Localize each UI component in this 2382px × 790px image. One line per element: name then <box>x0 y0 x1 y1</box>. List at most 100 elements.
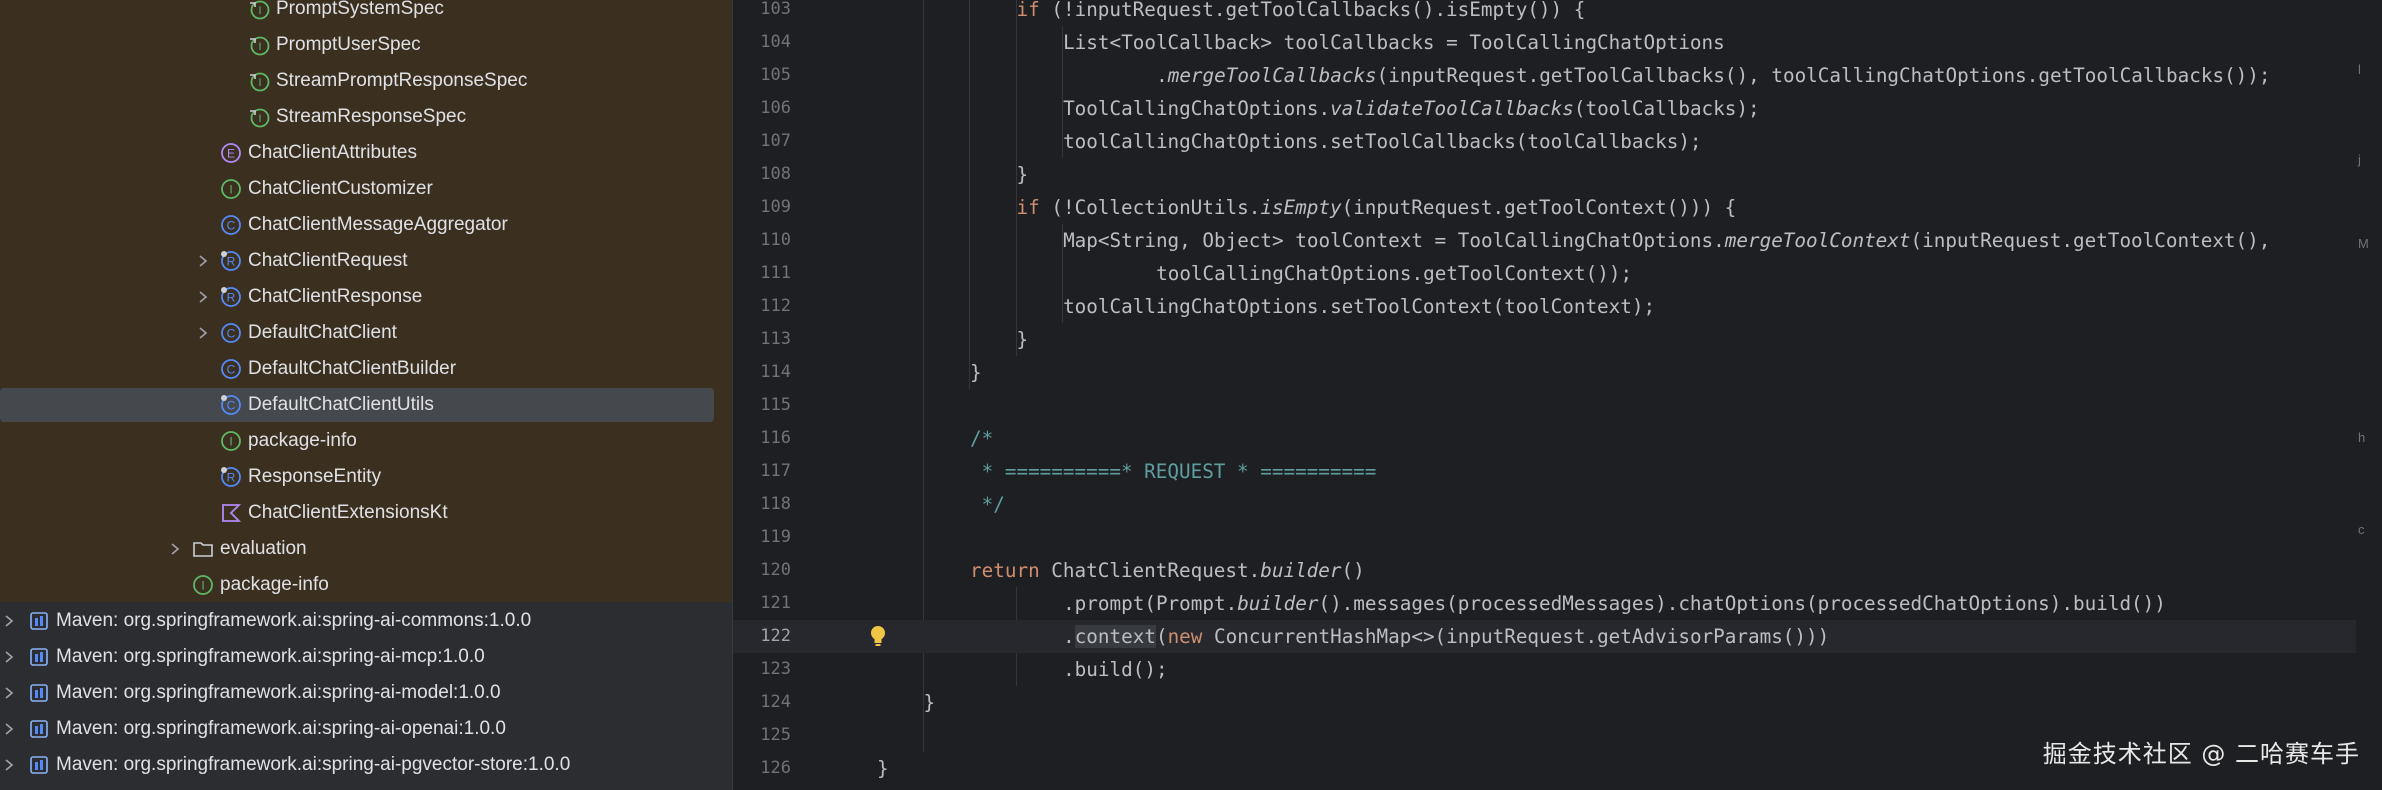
tree-item[interactable]: C ChatClientMessageAggregator <box>0 207 732 243</box>
code-token: ConcurrentHashMap<>(inputRequest.getAdvi… <box>1202 625 1830 648</box>
library-item[interactable]: Maven: org.springframework.ai:spring-ai-… <box>0 675 732 711</box>
tool-strip-glyph[interactable]: M <box>2358 236 2378 251</box>
chevron-right-icon[interactable] <box>168 542 182 556</box>
tree-item-label: ChatClientResponse <box>248 286 423 307</box>
tool-strip-glyph[interactable]: h <box>2358 430 2378 445</box>
record-icon: R <box>220 250 242 272</box>
code-token: ().messages(processedMessages).chatOptio… <box>1318 592 2166 615</box>
code-text: toolCallingChatOptions.getToolContext())… <box>1156 257 1632 290</box>
code-token: toolCallingChatOptions.getToolContext())… <box>1156 262 1633 285</box>
code-line[interactable]: 119 <box>733 521 2382 554</box>
interface-icon: I <box>220 430 242 452</box>
code-line[interactable]: 118 */ <box>733 488 2382 521</box>
code-token: isEmpty <box>1260 196 1342 219</box>
chevron-right-icon[interactable] <box>196 254 210 268</box>
code-line[interactable]: 110 Map<String, Object> toolContext = Too… <box>733 224 2382 257</box>
library-item[interactable]: Maven: org.springframework.ai:spring-ai-… <box>0 711 732 747</box>
tree-item-label: package-info <box>248 430 357 451</box>
tree-item[interactable]: I PromptSystemSpec <box>0 0 732 27</box>
chevron-right-icon[interactable] <box>2 722 16 736</box>
tree-item[interactable]: C DefaultChatClientBuilder <box>0 351 732 387</box>
library-item[interactable]: Maven: org.springframework.ai:spring-ai-… <box>0 639 732 675</box>
code-editor[interactable]: 103 if (!inputRequest.getToolCallbacks().… <box>733 0 2382 790</box>
tree-item[interactable]: ChatClientExtensionsKt <box>0 495 732 531</box>
class-icon: C <box>220 322 242 344</box>
code-token: } <box>1016 328 1029 351</box>
tree-item[interactable]: I StreamResponseSpec <box>0 99 732 135</box>
svg-text:C: C <box>227 363 236 377</box>
code-line[interactable]: 123 .build(); <box>733 653 2382 686</box>
chevron-right-icon[interactable] <box>2 686 16 700</box>
code-token: REQUEST <box>1144 460 1226 483</box>
code-line[interactable]: 106 ToolCallingChatOptions.validateToolCa… <box>733 92 2382 125</box>
tree-item[interactable]: Ipackage-info <box>0 423 732 459</box>
code-line[interactable]: 112 toolCallingChatOptions.setToolContext… <box>733 290 2382 323</box>
code-line[interactable]: 114} <box>733 356 2382 389</box>
code-line[interactable]: 120 return ChatClientRequest.builder() <box>733 554 2382 587</box>
tree-item[interactable]: E ChatClientAttributes <box>0 135 732 171</box>
code-line[interactable]: 104 List<ToolCallback> toolCallbacks = To… <box>733 26 2382 59</box>
code-line[interactable]: 122 .context(new ConcurrentHashMap<>(inpu… <box>733 620 2382 653</box>
tree-item[interactable]: I PromptUserSpec <box>0 27 732 63</box>
chevron-right-icon[interactable] <box>2 614 16 628</box>
tree-item[interactable]: R ChatClientRequest <box>0 243 732 279</box>
code-line[interactable]: 111 toolCallingChatOptions.getToolContext… <box>733 257 2382 290</box>
chevron-right-icon[interactable] <box>196 290 210 304</box>
library-icon <box>28 610 50 632</box>
line-number: 103 <box>760 0 791 19</box>
code-line[interactable]: 107 toolCallingChatOptions.setToolCallbac… <box>733 125 2382 158</box>
chevron-right-icon[interactable] <box>2 650 16 664</box>
lightbulb-icon[interactable] <box>867 624 889 650</box>
tree-item[interactable]: I StreamPromptResponseSpec <box>0 63 732 99</box>
tree-item[interactable]: R ResponseEntity <box>0 459 732 495</box>
tree-item-label: ResponseEntity <box>248 466 382 487</box>
tool-strip-glyph[interactable]: l <box>2358 62 2378 77</box>
code-line[interactable]: 115 <box>733 389 2382 422</box>
library-icon <box>28 754 50 776</box>
code-token: () <box>1341 559 1365 582</box>
tree-item[interactable]: C DefaultChatClient <box>0 315 732 351</box>
tool-strip-glyph[interactable]: j <box>2358 152 2378 167</box>
tree-item[interactable]: R ChatClientResponse <box>0 279 732 315</box>
svg-text:E: E <box>227 147 235 161</box>
tree-item[interactable]: Ipackage-info <box>0 567 732 603</box>
code-line[interactable]: 124} <box>733 686 2382 719</box>
line-number: 124 <box>760 692 791 712</box>
class-icon: C <box>220 214 242 236</box>
code-line[interactable]: 105 .mergeToolCallbacks(inputRequest.getT… <box>733 59 2382 92</box>
svg-text:C: C <box>227 399 236 413</box>
code-token: context <box>1074 625 1156 648</box>
tree-item-label: evaluation <box>220 538 307 559</box>
line-number: 123 <box>760 659 791 679</box>
tree-item-label: package-info <box>220 574 329 595</box>
tree-item[interactable]: evaluation <box>0 531 732 567</box>
chevron-right-icon[interactable] <box>2 758 16 772</box>
code-text: .mergeToolCallbacks(inputRequest.getTool… <box>1156 59 2270 92</box>
code-line[interactable]: 109 if (!CollectionUtils.isEmpty(inputReq… <box>733 191 2382 224</box>
chevron-right-icon[interactable] <box>196 326 210 340</box>
code-line[interactable]: 113} <box>733 323 2382 356</box>
library-item[interactable]: Maven: org.springframework.ai:spring-ai-… <box>0 603 732 639</box>
svg-text:I: I <box>258 41 261 53</box>
code-line[interactable]: 108} <box>733 158 2382 191</box>
code-line[interactable]: 116 /* <box>733 422 2382 455</box>
code-token: builder <box>1237 592 1319 615</box>
library-item[interactable]: Maven: org.springframework.ai:spring-ai-… <box>0 747 732 783</box>
line-number: 118 <box>760 494 791 514</box>
code-line[interactable]: 103 if (!inputRequest.getToolCallbacks().… <box>733 0 2382 26</box>
tree-item-label: DefaultChatClientBuilder <box>248 358 457 379</box>
code-token: if <box>1016 196 1040 219</box>
interface-icon: I <box>220 178 242 200</box>
code-text: * ==========* REQUEST * ========== <box>970 455 1377 488</box>
tree-item[interactable]: C DefaultChatClientUtils <box>0 387 732 423</box>
code-token: . <box>1063 625 1075 648</box>
tree-item[interactable]: I ChatClientCustomizer <box>0 171 732 207</box>
code-line[interactable]: 117 * ==========* REQUEST * ========== <box>733 455 2382 488</box>
tool-strip-glyph[interactable]: c <box>2358 522 2378 537</box>
library-icon <box>28 682 50 704</box>
code-token: } <box>923 691 936 714</box>
record-icon: R <box>220 286 242 308</box>
code-line[interactable]: 121 .prompt(Prompt.builder().messages(pro… <box>733 587 2382 620</box>
svg-text:I: I <box>229 435 232 449</box>
tree-item-label: ChatClientAttributes <box>248 142 417 163</box>
